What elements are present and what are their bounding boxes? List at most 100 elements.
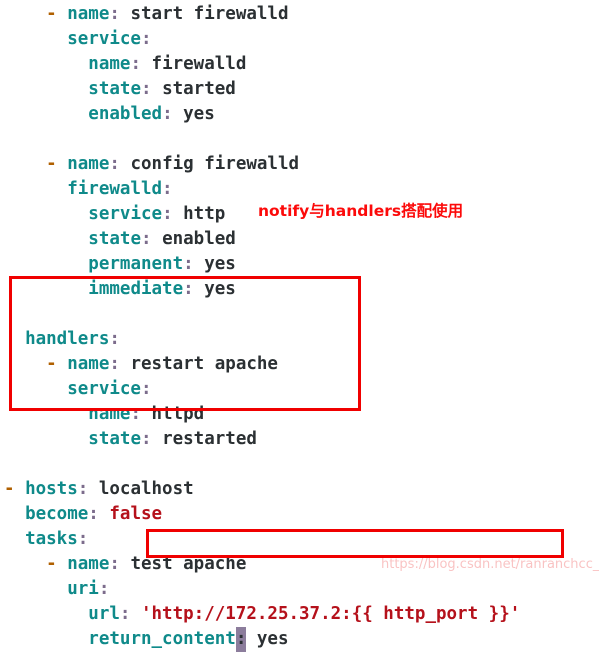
- yaml-colon: :: [140, 379, 152, 399]
- yaml-key: name: [67, 354, 110, 374]
- yaml-value: yes: [204, 279, 236, 299]
- yaml-value: yes: [183, 104, 215, 124]
- yaml-key: name: [67, 554, 110, 574]
- yaml-colon: :: [119, 604, 141, 624]
- yaml-key: state: [88, 429, 141, 449]
- yaml-key: service: [67, 29, 141, 49]
- yaml-colon: :: [88, 504, 110, 524]
- code-line[interactable]: - name: restart apache: [0, 352, 599, 377]
- yaml-code-block[interactable]: - name: start firewalld service: name: f…: [0, 0, 599, 652]
- yaml-colon: :: [130, 404, 152, 424]
- code-line[interactable]: permanent: yes: [0, 252, 599, 277]
- code-line[interactable]: state: started: [0, 77, 599, 102]
- notify-handlers-note: notify与handlers搭配使用: [258, 202, 464, 220]
- code-line[interactable]: [0, 302, 599, 327]
- yaml-key: become: [25, 504, 89, 524]
- yaml-colon: :: [183, 254, 205, 274]
- yaml-colon: :: [162, 204, 184, 224]
- yaml-value: restarted: [162, 429, 257, 449]
- yaml-value: httpd: [151, 404, 205, 424]
- code-line[interactable]: [0, 127, 599, 152]
- code-line[interactable]: state: enabled: [0, 227, 599, 252]
- yaml-colon: :: [183, 279, 205, 299]
- list-dash: -: [46, 554, 68, 574]
- yaml-colon: :: [162, 179, 173, 199]
- yaml-value: enabled: [162, 229, 236, 249]
- code-editor-canvas: - name: start firewalld service: name: f…: [0, 0, 599, 652]
- yaml-key: handlers: [25, 329, 110, 349]
- yaml-key: state: [88, 79, 141, 99]
- yaml-colon: :: [109, 329, 120, 349]
- yaml-value: false: [109, 504, 163, 524]
- yaml-colon: :: [130, 54, 152, 74]
- yaml-key: name: [67, 154, 110, 174]
- yaml-colon: :: [140, 229, 163, 249]
- yaml-key: name: [67, 4, 110, 24]
- yaml-colon: :: [98, 579, 110, 599]
- list-dash: -: [4, 479, 26, 499]
- code-line[interactable]: service:: [0, 377, 599, 402]
- yaml-colon: :: [77, 479, 99, 499]
- yaml-key: permanent: [88, 254, 184, 274]
- code-line[interactable]: name: firewalld: [0, 52, 599, 77]
- code-line[interactable]: uri:: [0, 577, 599, 602]
- yaml-value: localhost: [98, 479, 194, 499]
- list-dash: -: [46, 354, 68, 374]
- text-cursor[interactable]: :: [235, 627, 247, 652]
- code-line[interactable]: immediate: yes: [0, 277, 599, 302]
- code-line[interactable]: return_content: yes: [0, 627, 599, 652]
- code-line[interactable]: handlers:: [0, 327, 599, 352]
- code-line[interactable]: firewalld:: [0, 177, 599, 202]
- code-line[interactable]: - name: start firewalld: [0, 2, 599, 27]
- code-line[interactable]: enabled: yes: [0, 102, 599, 127]
- yaml-value: http: [183, 204, 226, 224]
- yaml-key: url: [88, 604, 120, 624]
- code-line[interactable]: tasks:: [0, 527, 599, 552]
- code-line[interactable]: state: restarted: [0, 427, 599, 452]
- yaml-colon: :: [109, 554, 131, 574]
- code-line[interactable]: service:: [0, 27, 599, 52]
- yaml-colon: :: [109, 154, 131, 174]
- yaml-key: name: [88, 54, 131, 74]
- yaml-colon: :: [140, 29, 152, 49]
- yaml-colon: :: [162, 104, 184, 124]
- code-line[interactable]: [0, 452, 599, 477]
- list-dash: -: [46, 4, 68, 24]
- code-line[interactable]: name: httpd: [0, 402, 599, 427]
- yaml-key: hosts: [25, 479, 78, 499]
- yaml-key: name: [88, 404, 131, 424]
- yaml-colon: :: [140, 429, 163, 449]
- code-line[interactable]: - name: config firewalld: [0, 152, 599, 177]
- yaml-key: tasks: [25, 529, 78, 549]
- yaml-value: test apache: [130, 554, 247, 574]
- yaml-value: yes: [246, 629, 289, 649]
- code-line[interactable]: url: 'http://172.25.37.2:{{ http_port }}…: [0, 602, 599, 627]
- yaml-value: yes: [204, 254, 236, 274]
- yaml-value: 'http://172.25.37.2:{{ http_port }}': [140, 604, 521, 624]
- yaml-colon: :: [109, 354, 131, 374]
- code-line[interactable]: become: false: [0, 502, 599, 527]
- code-line[interactable]: - hosts: localhost: [0, 477, 599, 502]
- yaml-key: service: [67, 379, 141, 399]
- site-watermark: https://blog.csdn.net/ranranchcc_: [381, 557, 599, 572]
- yaml-key: firewalld: [67, 179, 163, 199]
